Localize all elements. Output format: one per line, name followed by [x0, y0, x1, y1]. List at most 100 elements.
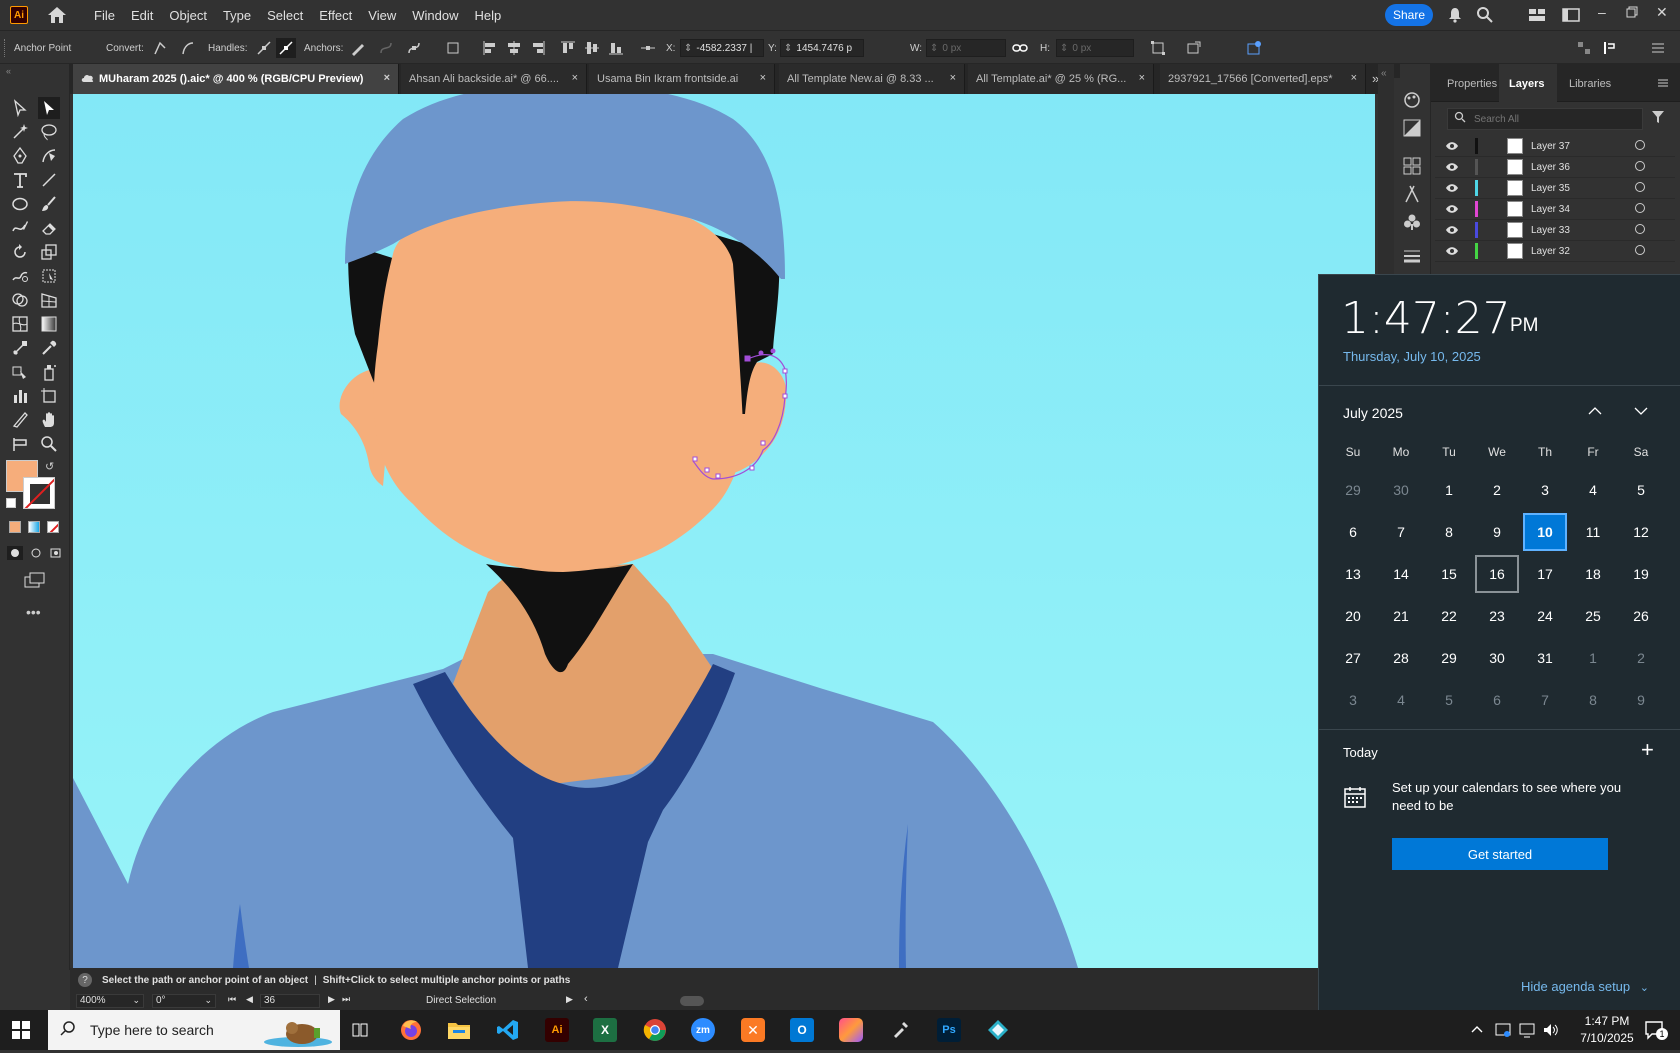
screen-mode-icon[interactable] [24, 571, 46, 594]
tab-usama[interactable]: Usama Bin Ikram frontside.ai × [589, 64, 775, 94]
layer-row[interactable]: Layer 36 [1435, 157, 1675, 178]
convert-corner-icon[interactable] [152, 40, 168, 56]
artboard-field[interactable]: 36 [260, 994, 320, 1008]
reference-point-icon[interactable] [640, 40, 656, 56]
calendar-day[interactable]: 18 [1571, 555, 1615, 593]
taskbar-search[interactable]: Type here to search [48, 1010, 340, 1050]
calendar-day[interactable]: 5 [1619, 471, 1663, 509]
horizontal-scrollbar[interactable] [680, 996, 704, 1006]
symbol-sprayer-icon[interactable] [38, 361, 60, 383]
tab-all-template[interactable]: All Template.ai* @ 25 % (RG... × [968, 64, 1154, 94]
calendar-day[interactable]: 22 [1427, 597, 1471, 635]
tab-properties[interactable]: Properties [1447, 78, 1497, 90]
eye-icon[interactable] [1445, 183, 1459, 196]
prev-artboard-icon[interactable]: ◀ [246, 994, 253, 1005]
menu-help[interactable]: Help [466, 8, 509, 23]
calendar-day[interactable]: 27 [1331, 639, 1375, 677]
windows-start-icon[interactable] [12, 1021, 30, 1044]
target-icon[interactable] [1635, 182, 1645, 192]
gradient-tool-icon[interactable] [38, 313, 60, 335]
calendar-day[interactable]: 8 [1427, 513, 1471, 551]
rotation-field[interactable]: 0° ⌄ [152, 994, 216, 1008]
free-transform-icon[interactable] [38, 265, 60, 287]
gradient-panel-icon[interactable] [1402, 118, 1422, 143]
scale-tool-icon[interactable] [38, 241, 60, 263]
transform-icon[interactable] [446, 40, 462, 56]
calendar-day[interactable]: 15 [1427, 555, 1471, 593]
blend-tool-icon[interactable] [9, 337, 31, 359]
menu-file[interactable]: File [86, 8, 123, 23]
eye-icon[interactable] [1445, 162, 1459, 175]
menu-select[interactable]: Select [259, 8, 311, 23]
firefox-icon[interactable] [389, 1014, 433, 1046]
color-guide-icon[interactable] [1402, 90, 1422, 115]
task-view-icon[interactable] [338, 1014, 382, 1046]
calendar-day[interactable]: 1 [1427, 471, 1471, 509]
creative-cloud-icon[interactable] [829, 1014, 873, 1046]
cut-path-icon[interactable] [406, 40, 422, 56]
panel-options-icon[interactable] [1602, 40, 1618, 56]
gradient-mode-icon[interactable] [28, 521, 40, 533]
calendar-day[interactable]: 3 [1523, 471, 1567, 509]
calendar-day[interactable]: 5 [1427, 681, 1471, 719]
tab-muharam[interactable]: MUharam 2025 ().aic* @ 400 % (RGB/CPU Pr… [73, 64, 399, 94]
tab-close-icon[interactable]: × [572, 72, 578, 84]
tab-close-icon[interactable]: × [1139, 72, 1145, 84]
zoom-field[interactable]: 400% ⌄ [76, 994, 144, 1008]
eyedropper-icon[interactable] [38, 337, 60, 359]
layer-row[interactable]: Layer 35 [1435, 178, 1675, 199]
illustrator-taskbar-icon[interactable]: Ai [535, 1014, 579, 1046]
menu-object[interactable]: Object [161, 8, 215, 23]
calendar-day[interactable]: 28 [1379, 639, 1423, 677]
warp-tool-icon[interactable] [9, 265, 31, 287]
convert-smooth-icon[interactable] [180, 40, 196, 56]
prev-month-icon[interactable] [1587, 403, 1603, 424]
calendar-day[interactable]: 2 [1475, 471, 1519, 509]
pen-tool-icon[interactable] [9, 145, 31, 167]
status-menu-icon[interactable]: ▶ [566, 994, 573, 1005]
app-icon[interactable] [976, 1014, 1020, 1046]
outlook-icon[interactable]: O [780, 1014, 824, 1046]
arrange-documents-icon[interactable] [1528, 8, 1546, 27]
last-artboard-icon[interactable]: ⏭ [342, 994, 350, 1005]
column-graph-icon[interactable] [9, 385, 31, 407]
stroke-swatch[interactable] [23, 477, 55, 509]
scroll-left-icon[interactable]: ‹ [584, 993, 588, 1005]
magic-wand-icon[interactable] [9, 121, 31, 143]
layers-search[interactable] [1447, 108, 1643, 130]
filter-icon[interactable] [1651, 110, 1665, 129]
tray-time[interactable]: 1:47 PM [1572, 1014, 1642, 1028]
calendar-day[interactable]: 9 [1475, 513, 1519, 551]
shaper-tool-icon[interactable] [9, 217, 31, 239]
calendar-day[interactable]: 6 [1475, 681, 1519, 719]
live-paint-icon[interactable] [9, 361, 31, 383]
home-icon[interactable] [46, 4, 68, 26]
calendar-day[interactable]: 26 [1619, 597, 1663, 635]
color-mode-icon[interactable] [9, 521, 21, 533]
calendar-day[interactable]: 20 [1331, 597, 1375, 635]
tab-eps[interactable]: 2937921_17566 [Converted].eps* × [1160, 64, 1366, 94]
perspective-grid-icon[interactable] [38, 289, 60, 311]
direct-selection-tool-icon[interactable] [38, 97, 60, 119]
draw-normal-icon[interactable] [7, 546, 23, 560]
align-left-icon[interactable] [482, 40, 498, 56]
shape-builder-icon[interactable] [9, 289, 31, 311]
artboard-tool-icon[interactable] [38, 385, 60, 407]
menu-icon[interactable] [1650, 40, 1666, 56]
type-tool-icon[interactable] [9, 169, 31, 191]
hide-agenda-link[interactable]: Hide agenda setup ⌄ [1521, 979, 1649, 994]
calendar-day[interactable]: 2 [1619, 639, 1663, 677]
show-handles-icon[interactable] [256, 40, 272, 56]
calendar-day[interactable]: 6 [1331, 513, 1375, 551]
stroke-panel-icon[interactable] [1402, 246, 1422, 271]
tab-libraries[interactable]: Libraries [1569, 78, 1611, 90]
calendar-day[interactable]: 7 [1523, 681, 1567, 719]
remove-anchor-icon[interactable] [350, 40, 366, 56]
menu-effect[interactable]: Effect [311, 8, 360, 23]
close-button[interactable]: ✕ [1656, 4, 1668, 21]
calendar-day[interactable]: 21 [1379, 597, 1423, 635]
isolate-icon[interactable] [1186, 40, 1202, 56]
line-segment-tool-icon[interactable] [38, 169, 60, 191]
calendar-day[interactable]: 4 [1379, 681, 1423, 719]
calendar-day[interactable]: 4 [1571, 471, 1615, 509]
